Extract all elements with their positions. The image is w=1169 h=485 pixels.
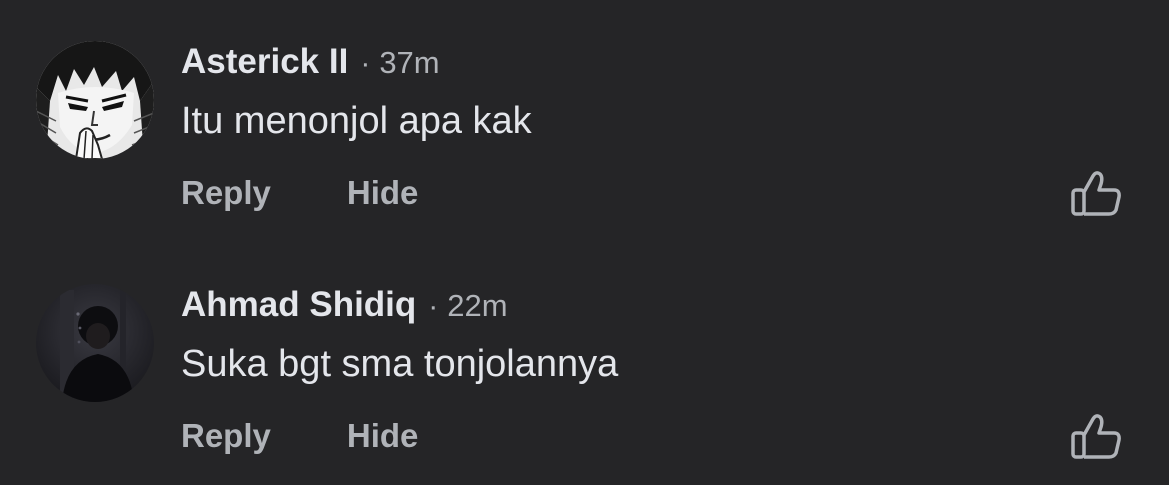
comment-item: Asterick II · 37m Itu menonjol apa kak R… — [0, 0, 1169, 240]
comment-timestamp[interactable]: 37m — [379, 45, 439, 81]
hide-button[interactable]: Hide — [347, 174, 419, 212]
comment-header: Asterick II · 37m — [181, 42, 440, 86]
thumbs-up-icon[interactable] — [1070, 170, 1124, 218]
author-name[interactable]: Ahmad Shidiq — [181, 285, 416, 325]
comment-text: Suka bgt sma tonjolannya — [181, 343, 619, 385]
thumbs-up-icon[interactable] — [1070, 413, 1124, 461]
separator-dot: · — [360, 47, 371, 80]
avatar[interactable] — [36, 41, 154, 159]
comment-actions: Reply Hide — [181, 417, 418, 455]
comments-list: Asterick II · 37m Itu menonjol apa kak R… — [0, 0, 1169, 485]
reply-button[interactable]: Reply — [181, 417, 271, 455]
comment-actions: Reply Hide — [181, 174, 418, 212]
manga-avatar-image — [36, 41, 154, 159]
hide-button[interactable]: Hide — [347, 417, 419, 455]
comment-text: Itu menonjol apa kak — [181, 100, 532, 142]
avatar[interactable] — [36, 284, 154, 402]
dark-photo-avatar-image — [36, 284, 154, 402]
comment-item: Ahmad Shidiq · 22m Suka bgt sma tonjolan… — [0, 243, 1169, 483]
separator-dot: · — [428, 290, 439, 323]
comment-header: Ahmad Shidiq · 22m — [181, 285, 508, 329]
reply-button[interactable]: Reply — [181, 174, 271, 212]
author-name[interactable]: Asterick II — [181, 42, 348, 82]
comment-timestamp[interactable]: 22m — [447, 288, 507, 324]
